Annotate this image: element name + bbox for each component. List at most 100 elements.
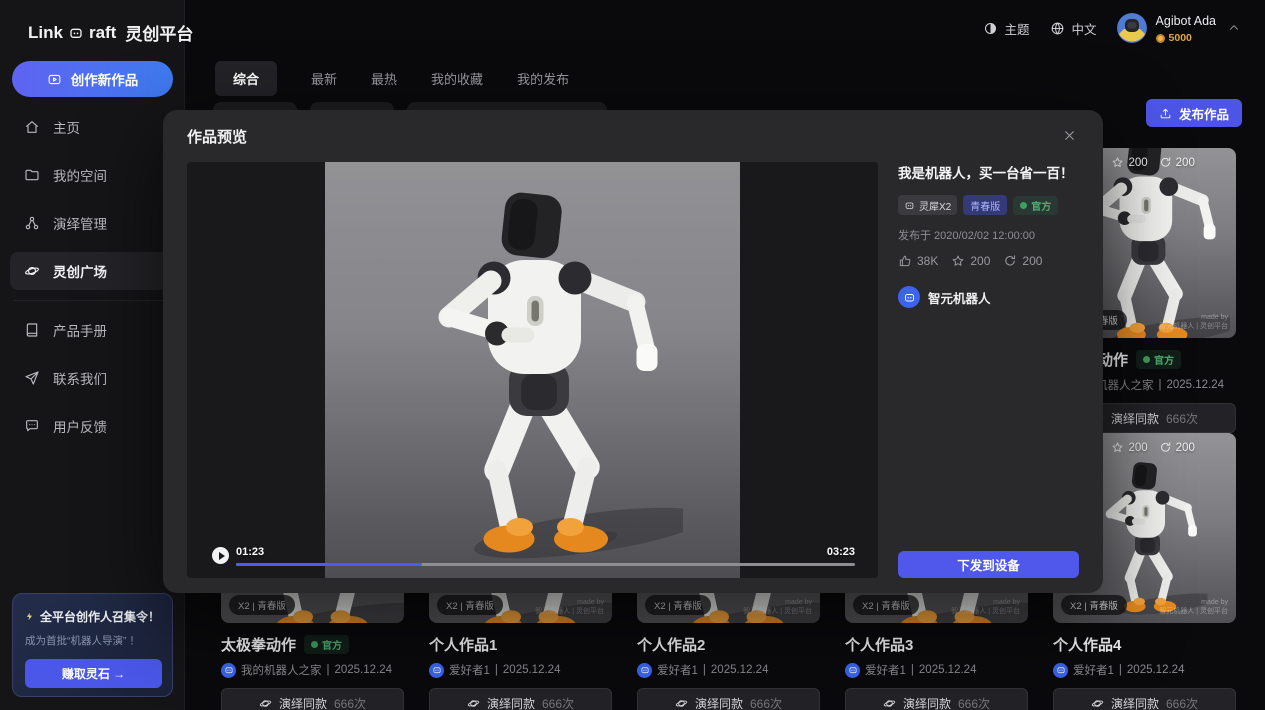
author-row[interactable]: 智元机器人 [898, 286, 1079, 308]
nodes-icon [24, 215, 40, 231]
earn-gems-button[interactable]: 赚取灵石 → [25, 659, 162, 688]
sidebar-nav: 主页 我的空间 演绎管理 灵创广场 产品手册 联系我们 [0, 108, 185, 445]
language-label: 中文 [1072, 19, 1097, 38]
author-avatar [637, 663, 652, 678]
model-chip: X2 | 青春版 [853, 595, 919, 615]
official-dot-icon [1143, 356, 1150, 363]
brand-logo[interactable]: Linkraft 灵创平台 [28, 20, 193, 45]
theme-label: 主题 [1005, 19, 1030, 38]
sidebar-item-feedback[interactable]: 用户反馈 [10, 407, 175, 445]
remix-button[interactable]: 演绎同款 666次 [637, 688, 820, 710]
work-title: 我是机器人，买一台省一百！ [898, 162, 1079, 182]
total-time: 03:23 [827, 546, 855, 558]
robot-face-icon [1056, 665, 1066, 675]
folder-icon [24, 167, 40, 183]
star-icon [951, 254, 965, 268]
sort-tabs: 综合 最新 最热 我的收藏 我的发布 [215, 61, 569, 96]
create-video-icon [47, 72, 62, 87]
author-avatar [845, 663, 860, 678]
tab-favorites[interactable]: 我的收藏 [431, 61, 483, 96]
send-icon [24, 370, 40, 386]
publish-date: 发布于 2020/02/02 12:00:00 [898, 227, 1079, 243]
tab-newest[interactable]: 最新 [311, 61, 337, 96]
language-switcher[interactable]: 中文 [1050, 19, 1097, 38]
stars-stat[interactable]: 200 [951, 254, 990, 268]
globe-icon [1050, 21, 1065, 36]
home-icon [24, 119, 40, 135]
current-time: 01:23 [236, 546, 264, 558]
work-info-panel: 我是机器人，买一台省一百！ 灵犀X2 青春版 官方 发布于 2020/02/02… [898, 162, 1079, 308]
sidebar-item-manual[interactable]: 产品手册 [10, 311, 175, 349]
create-work-button[interactable]: 创作新作品 [12, 61, 173, 97]
publish-button[interactable]: 发布作品 [1146, 99, 1242, 127]
video-player: 01:23 03:23 [187, 162, 878, 578]
modal-title: 作品预览 [187, 126, 247, 147]
creator-promo-card: 全平台创作人召集令！ 成为首批“机器人导演” ！ 赚取灵石 → [12, 593, 173, 697]
model-badge: 灵犀X2 [898, 195, 957, 215]
bolt-icon [25, 610, 34, 623]
player-controls: 01:23 03:23 [187, 526, 878, 578]
share-icon [1159, 156, 1172, 169]
model-chip: X2 | 青春版 [229, 595, 295, 615]
sidebar-item-contact[interactable]: 联系我们 [10, 359, 175, 397]
watermark: made by智元机器人 | 灵创平台 [1159, 598, 1228, 616]
preview-modal: 作品预览 01:23 03:23 我是机器人，买一台省一百！ [163, 110, 1103, 593]
watermark: made by智元机器人 | 灵创平台 [743, 598, 812, 616]
official-badge: 官方 [304, 635, 349, 654]
official-dot-icon [1020, 202, 1027, 209]
sidebar-item-plaza[interactable]: 灵创广场 [10, 252, 175, 290]
remix-button[interactable]: 演绎同款 666次 [1053, 688, 1236, 710]
chevron-up-icon[interactable] [1227, 21, 1241, 35]
card-author: 爱好者1 | 2025.12.24 [429, 662, 612, 678]
planet-icon [1091, 697, 1104, 710]
model-chip: X2 | 青春版 [1061, 595, 1127, 615]
book-icon [24, 322, 40, 338]
like-icon [898, 254, 912, 268]
sidebar-item-home[interactable]: 主页 [10, 108, 175, 146]
promo-subtitle: 成为首批“机器人导演” ！ [25, 633, 160, 648]
watermark: made by智元机器人 | 灵创平台 [535, 598, 604, 616]
coin-icon [1156, 34, 1165, 43]
remix-button[interactable]: 演绎同款 666次 [845, 688, 1028, 710]
card-title: 个人作品3 [845, 634, 913, 655]
logo-icon [68, 25, 84, 41]
shares-stat[interactable]: 200 [1003, 254, 1042, 268]
sidebar-item-performance[interactable]: 演绎管理 [10, 204, 175, 242]
author-avatar [221, 663, 236, 678]
author-avatar [429, 663, 444, 678]
card-title: 个人作品4 [1053, 634, 1121, 655]
tab-my-posts[interactable]: 我的发布 [517, 61, 569, 96]
promo-title: 全平台创作人召集令！ [25, 608, 160, 625]
close-icon [1062, 128, 1077, 143]
remix-button[interactable]: 演绎同款 666次 [221, 688, 404, 710]
card-title: 太极拳动作 [221, 634, 296, 655]
work-stats: 38K 200 200 [898, 254, 1079, 268]
theme-icon [983, 21, 998, 36]
sidebar-divider [14, 300, 171, 301]
watermark: made by智元机器人 | 灵创平台 [1159, 313, 1228, 331]
coin-balance: 5000 [1156, 32, 1216, 44]
remix-button[interactable]: 演绎同款 666次 [429, 688, 612, 710]
video-area[interactable] [325, 162, 740, 578]
card-author: 爱好者1 | 2025.12.24 [1053, 662, 1236, 678]
card-author: 爱好者1 | 2025.12.24 [637, 662, 820, 678]
progress-bar[interactable] [236, 563, 855, 566]
tab-overall[interactable]: 综合 [215, 61, 277, 96]
robot-face-icon [904, 200, 915, 211]
sidebar-item-my-space[interactable]: 我的空间 [10, 156, 175, 194]
robot-face-icon [640, 665, 650, 675]
share-icon [1159, 441, 1172, 454]
likes-stat[interactable]: 38K [898, 254, 938, 268]
model-chip: X2 | 青春版 [645, 595, 711, 615]
play-button[interactable] [212, 547, 229, 564]
star-icon [1111, 441, 1124, 454]
theme-toggle[interactable]: 主题 [983, 19, 1030, 38]
author-avatar [1053, 663, 1068, 678]
send-to-device-button[interactable]: 下发到设备 [898, 551, 1079, 578]
close-button[interactable] [1059, 125, 1079, 145]
user-menu[interactable]: Agibot Ada 5000 [1117, 12, 1241, 44]
sidebar: Linkraft 灵创平台 创作新作品 主页 我的空间 演绎管理 灵创广场 [0, 0, 185, 710]
tab-hottest[interactable]: 最热 [371, 61, 397, 96]
planet-icon [883, 697, 896, 710]
chat-icon [24, 418, 40, 434]
